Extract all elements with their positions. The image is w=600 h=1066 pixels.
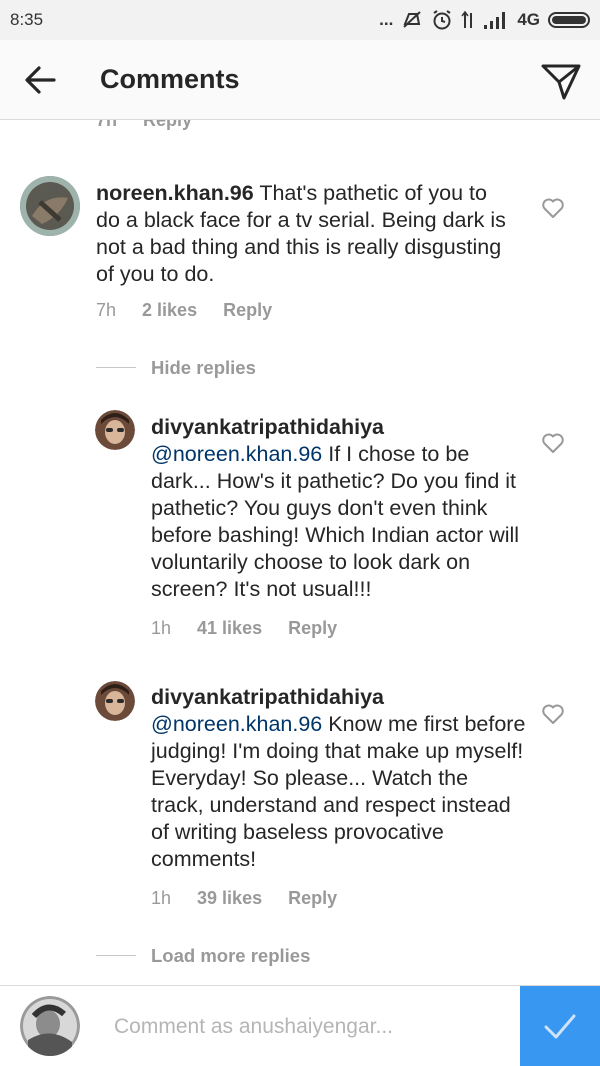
hide-replies-button[interactable]: Hide replies	[151, 357, 256, 379]
status-bar: 8:35 ... 4G	[0, 0, 600, 40]
previous-comment-time: 7h	[96, 120, 118, 130]
page-title: Comments	[100, 64, 240, 94]
comment-time: 7h	[96, 300, 117, 320]
like-heart-icon[interactable]	[541, 197, 565, 219]
direct-send-icon[interactable]	[540, 60, 582, 102]
mute-icon	[403, 11, 421, 28]
reply-avatar[interactable]	[95, 681, 135, 721]
reply-reply-button[interactable]: Reply	[288, 888, 337, 909]
reply-time: 1h	[151, 888, 172, 908]
load-more-divider	[96, 955, 136, 956]
replies-divider	[96, 367, 136, 368]
reply-body: divyankatripathidahiya @noreen.khan.96 I…	[151, 414, 526, 603]
post-comment-button[interactable]	[520, 986, 600, 1066]
my-avatar	[20, 996, 80, 1056]
reply-body: divyankatripathidahiya @noreen.khan.96 K…	[151, 684, 526, 873]
data-arrows-icon	[461, 10, 473, 28]
reply-username[interactable]: divyankatripathidahiya	[151, 414, 526, 441]
reply-mention[interactable]: @noreen.khan.96	[151, 442, 322, 466]
battery-icon	[548, 12, 590, 28]
status-time: 8:35	[10, 10, 44, 29]
reply-reply-button[interactable]: Reply	[288, 618, 337, 639]
comment-likes[interactable]: 2 likes	[142, 300, 197, 321]
top-bar: Comments	[0, 40, 600, 120]
reply-username[interactable]: divyankatripathidahiya	[151, 684, 526, 711]
back-arrow-icon[interactable]	[22, 62, 58, 98]
like-heart-icon[interactable]	[541, 432, 565, 454]
network-type: 4G	[517, 10, 540, 29]
reply-meta: 1h 39 likes Reply	[151, 888, 363, 909]
reply-time: 1h	[151, 618, 172, 638]
reply-mention[interactable]: @noreen.khan.96	[151, 712, 322, 736]
signal-icon	[484, 12, 506, 29]
reply-likes[interactable]: 41 likes	[197, 618, 262, 639]
avatar[interactable]	[20, 176, 80, 236]
previous-comment-meta: 7h Reply	[96, 120, 218, 131]
previous-comment-reply-button[interactable]: Reply	[143, 120, 192, 131]
comment-composer	[0, 985, 600, 1066]
comment-body: noreen.khan.96 That's pathetic of you to…	[96, 180, 516, 288]
comment-meta: 7h 2 likes Reply	[96, 300, 298, 321]
reply-avatar[interactable]	[95, 410, 135, 450]
comment-input[interactable]	[112, 1008, 506, 1046]
load-more-replies-button[interactable]: Load more replies	[151, 945, 310, 967]
reply-likes[interactable]: 39 likes	[197, 888, 262, 909]
comments-list[interactable]: 7h Reply noreen.khan.96 That's pathetic …	[0, 120, 600, 985]
comment-reply-button[interactable]: Reply	[223, 300, 272, 321]
checkmark-icon	[544, 1014, 576, 1039]
alarm-icon	[433, 10, 451, 30]
reply-meta: 1h 41 likes Reply	[151, 618, 363, 639]
status-dots: ...	[379, 10, 394, 29]
like-heart-icon[interactable]	[541, 703, 565, 725]
comment-username[interactable]: noreen.khan.96	[96, 181, 254, 205]
status-icons: ... 4G	[379, 9, 590, 31]
